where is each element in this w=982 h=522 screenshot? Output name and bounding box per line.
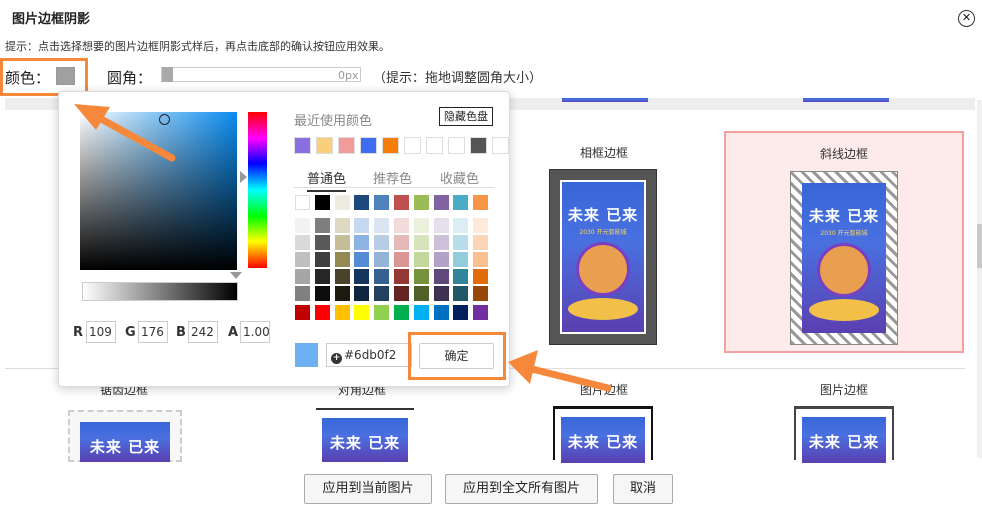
- annotation-arrow-2: [524, 364, 612, 392]
- annotation-arrow-1: [88, 110, 176, 162]
- apply-all-button[interactable]: 应用到全文所有图片: [445, 474, 598, 504]
- cancel-button[interactable]: 取消: [613, 474, 673, 504]
- annotation-arrowhead-2: [508, 350, 538, 384]
- annotation-arrows: [74, 104, 612, 392]
- apply-current-button[interactable]: 应用到当前图片: [304, 474, 432, 504]
